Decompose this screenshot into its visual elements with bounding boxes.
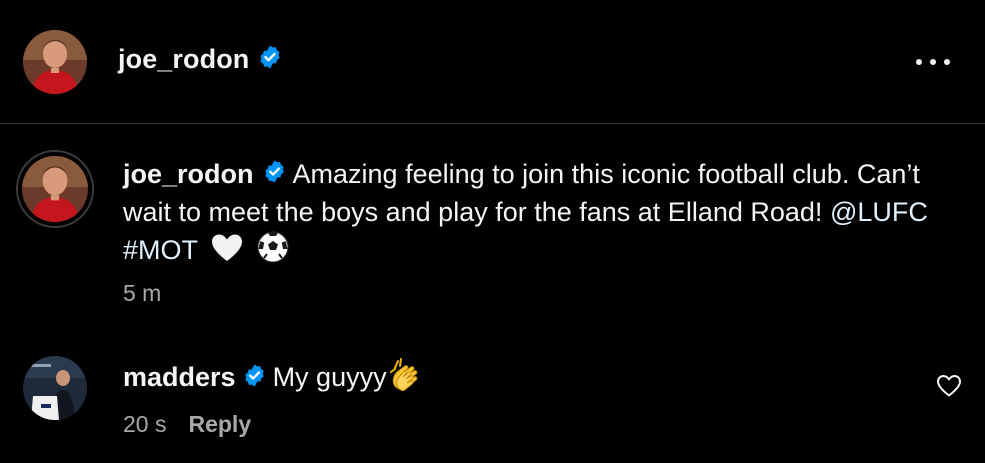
more-dot bbox=[930, 59, 936, 65]
clapping-hands-emoji bbox=[387, 358, 423, 401]
soccer-ball-emoji bbox=[257, 231, 289, 273]
verified-icon bbox=[262, 157, 287, 194]
hashtag-link[interactable]: #MOT bbox=[123, 235, 198, 265]
mention-link[interactable]: @LUFC bbox=[830, 197, 928, 227]
white-heart-emoji bbox=[211, 233, 243, 273]
like-comment-button[interactable] bbox=[936, 374, 962, 398]
post-caption: joe_rodon Amazing feeling to join this i… bbox=[123, 156, 943, 273]
post-avatar[interactable] bbox=[22, 156, 88, 222]
more-horizontal-icon bbox=[916, 59, 922, 65]
post-header: joe_rodon bbox=[0, 0, 985, 124]
comment-body: madders My guyyy bbox=[123, 358, 423, 401]
header-username[interactable]: joe_rodon bbox=[118, 44, 283, 77]
verified-icon bbox=[257, 44, 283, 77]
caption-username[interactable]: joe_rodon bbox=[123, 159, 254, 189]
comment-timestamp: 20 s bbox=[123, 411, 167, 437]
more-dot bbox=[944, 59, 950, 65]
post-timestamp: 5 m bbox=[123, 280, 162, 306]
header-username-text[interactable]: joe_rodon bbox=[118, 44, 249, 74]
comment-avatar[interactable] bbox=[23, 356, 87, 420]
comment-username[interactable]: madders bbox=[123, 362, 236, 392]
heart-outline-icon bbox=[937, 375, 961, 397]
avatar-image bbox=[23, 30, 87, 94]
comment-text: My guyyy bbox=[272, 362, 387, 392]
header-avatar[interactable] bbox=[23, 30, 87, 94]
reply-button[interactable]: Reply bbox=[188, 411, 251, 437]
comment-meta: 20 s Reply bbox=[123, 411, 251, 438]
more-options-button[interactable] bbox=[916, 50, 950, 74]
avatar-image bbox=[22, 156, 88, 222]
verified-icon bbox=[242, 361, 267, 397]
avatar-image bbox=[23, 356, 87, 420]
